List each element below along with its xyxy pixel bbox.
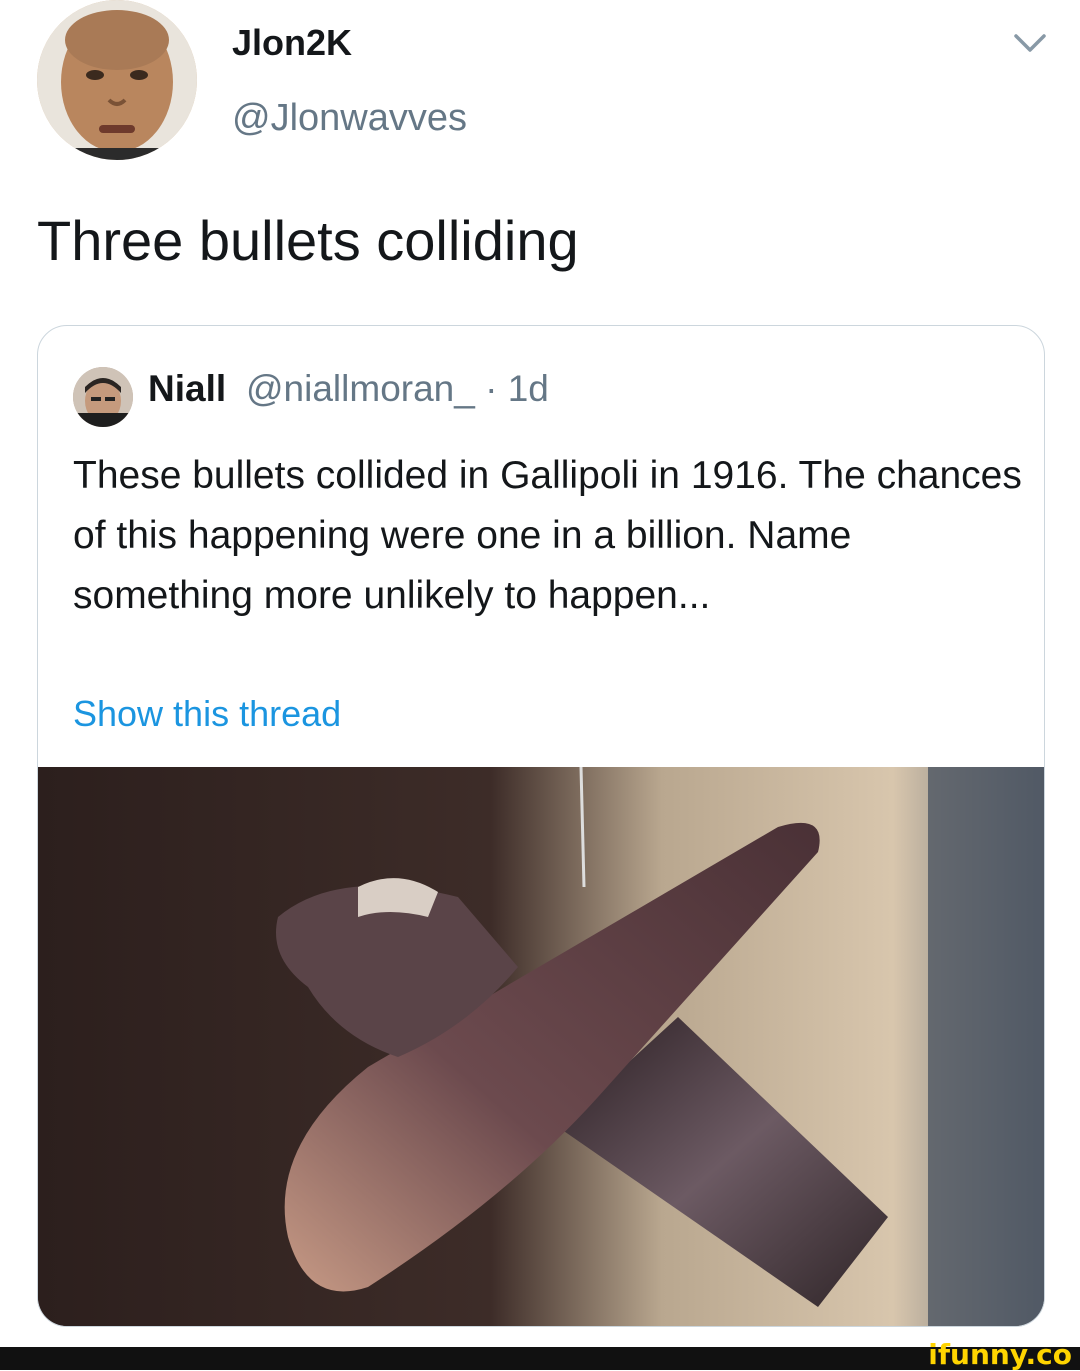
- quoted-tweet-card[interactable]: Niall @niallmoran_ · 1d These bullets co…: [37, 325, 1045, 1327]
- quoted-author-avatar[interactable]: [73, 367, 133, 427]
- show-thread-link[interactable]: Show this thread: [73, 693, 341, 735]
- tweet-text: Three bullets colliding: [37, 209, 579, 272]
- quoted-tweet-image[interactable]: [38, 766, 1044, 1326]
- quoted-time[interactable]: 1d: [508, 368, 549, 409]
- chevron-down-icon[interactable]: [1010, 28, 1050, 58]
- quoted-author-photo: [73, 367, 133, 427]
- quoted-display-name[interactable]: Niall: [148, 368, 226, 410]
- bullets-photo: [38, 766, 1044, 1326]
- author-photo: [37, 0, 197, 160]
- quoted-separator: ·: [485, 368, 498, 409]
- author-display-name[interactable]: Jlon2K: [232, 22, 352, 64]
- footer-bar: [0, 1347, 1080, 1370]
- quoted-meta: @niallmoran_ · 1d: [246, 368, 549, 410]
- quoted-tweet-text: These bullets collided in Gallipoli in 1…: [73, 454, 1022, 617]
- quoted-handle[interactable]: @niallmoran_: [246, 368, 475, 409]
- author-avatar[interactable]: [37, 0, 197, 160]
- author-handle[interactable]: @Jlonwavves: [232, 97, 467, 140]
- watermark: ifunny.co: [928, 1338, 1072, 1371]
